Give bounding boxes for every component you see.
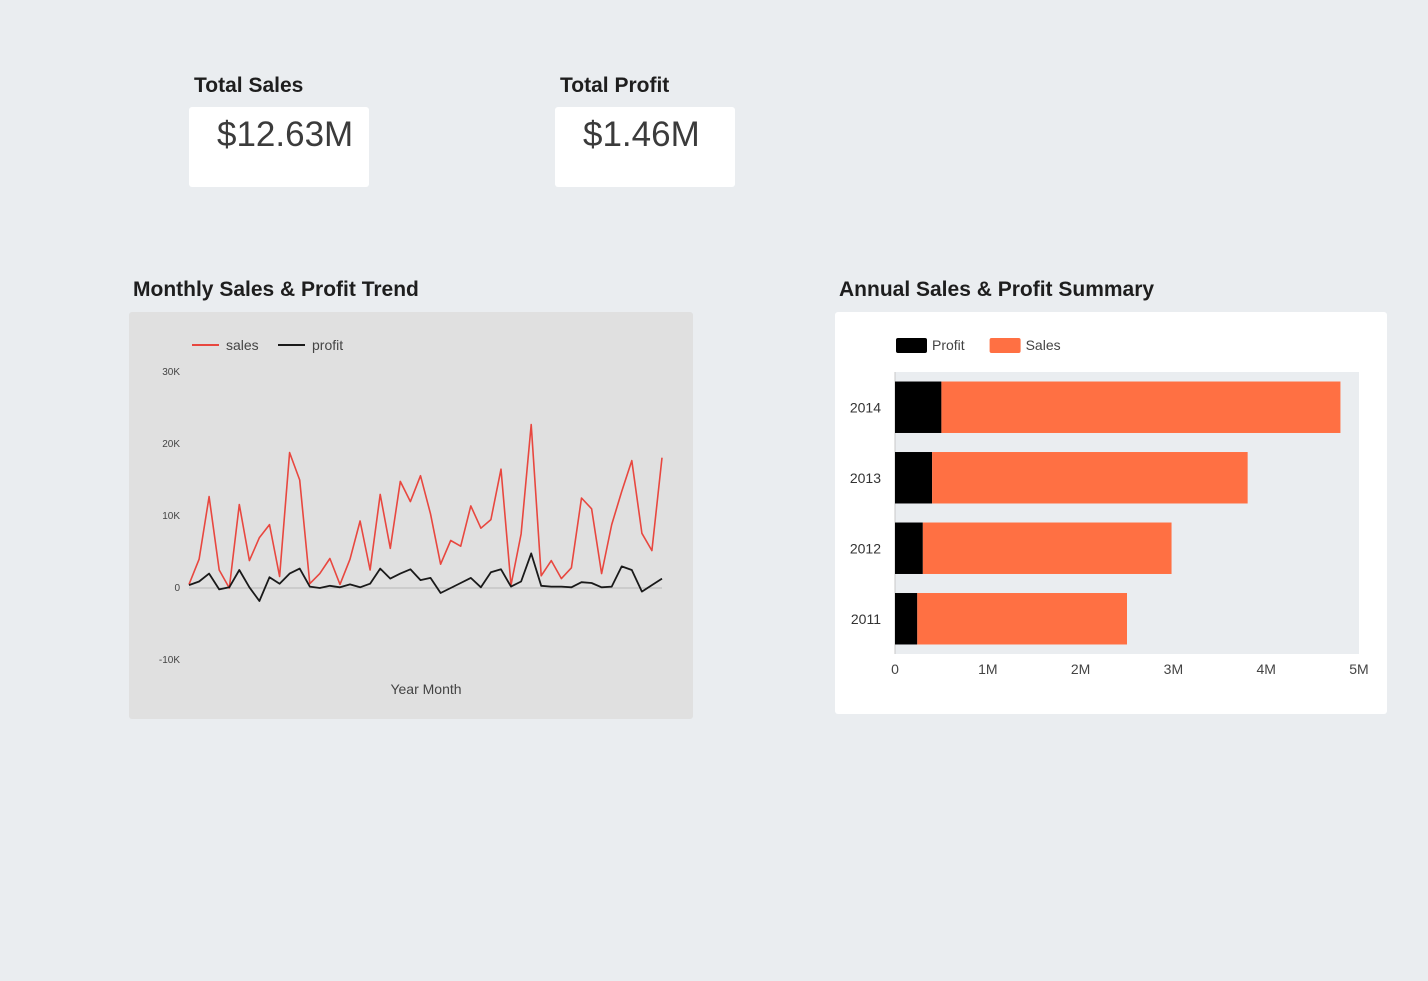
x-tick-label: 1M bbox=[978, 661, 997, 677]
bar-sales-2012 bbox=[922, 522, 1172, 574]
bar-sales-2014 bbox=[941, 381, 1341, 433]
sales-line bbox=[188, 423, 663, 589]
profit-legend-label: Profit bbox=[932, 337, 965, 353]
bar-profit-2011 bbox=[895, 593, 918, 645]
category-label: 2011 bbox=[851, 611, 881, 627]
y-tick-label: 10K bbox=[162, 511, 180, 522]
profit-legend-label: profit bbox=[312, 337, 343, 353]
bar-profit-2014 bbox=[895, 381, 942, 433]
total-profit-card: $1.46M bbox=[555, 107, 735, 187]
annual-summary-panel: 2014 2013 2012 2011 0 1M 2M 3M 4M 5M Profit Sales bbox=[835, 312, 1387, 714]
category-label: 2013 bbox=[850, 470, 881, 486]
x-tick-label: 5M bbox=[1349, 661, 1368, 677]
sales-legend-label: sales bbox=[226, 337, 259, 353]
total-profit-value: $1.46M bbox=[583, 115, 700, 154]
profit-line bbox=[188, 552, 663, 602]
sales-legend-label: Sales bbox=[1026, 337, 1061, 353]
x-tick-label: 2M bbox=[1071, 661, 1090, 677]
profit-legend-swatch bbox=[896, 338, 927, 353]
monthly-trend-title: Monthly Sales & Profit Trend bbox=[133, 278, 419, 301]
bar-profit-2012 bbox=[895, 522, 923, 574]
x-tick-label: 3M bbox=[1164, 661, 1183, 677]
total-profit-title: Total Profit bbox=[560, 74, 670, 97]
category-label: 2014 bbox=[850, 399, 881, 415]
x-tick-label: 0 bbox=[891, 661, 899, 677]
monthly-trend-chart: 30K 20K 10K 0 -10K sales profit Year Month bbox=[159, 337, 663, 697]
annual-summary-chart: 2014 2013 2012 2011 0 1M 2M 3M 4M 5M Profit Sales bbox=[850, 337, 1369, 677]
x-tick-label: 4M bbox=[1256, 661, 1275, 677]
sales-legend-swatch bbox=[989, 338, 1021, 353]
y-tick-label: 20K bbox=[162, 439, 180, 450]
y-tick-label: 30K bbox=[162, 367, 180, 378]
x-axis-title: Year Month bbox=[390, 681, 461, 697]
total-sales-title: Total Sales bbox=[194, 74, 304, 97]
annual-summary-title: Annual Sales & Profit Summary bbox=[839, 278, 1155, 301]
bar-sales-2013 bbox=[932, 452, 1248, 504]
bar-profit-2013 bbox=[895, 452, 933, 504]
bar-sales-2011 bbox=[917, 593, 1127, 645]
y-tick-label: 0 bbox=[174, 583, 180, 594]
total-sales-value: $12.63M bbox=[217, 115, 354, 154]
total-sales-card: $12.63M bbox=[189, 107, 369, 187]
category-label: 2012 bbox=[850, 540, 881, 556]
monthly-trend-panel: 30K 20K 10K 0 -10K sales profit Year Month bbox=[129, 312, 693, 719]
y-tick-label: -10K bbox=[159, 655, 180, 666]
